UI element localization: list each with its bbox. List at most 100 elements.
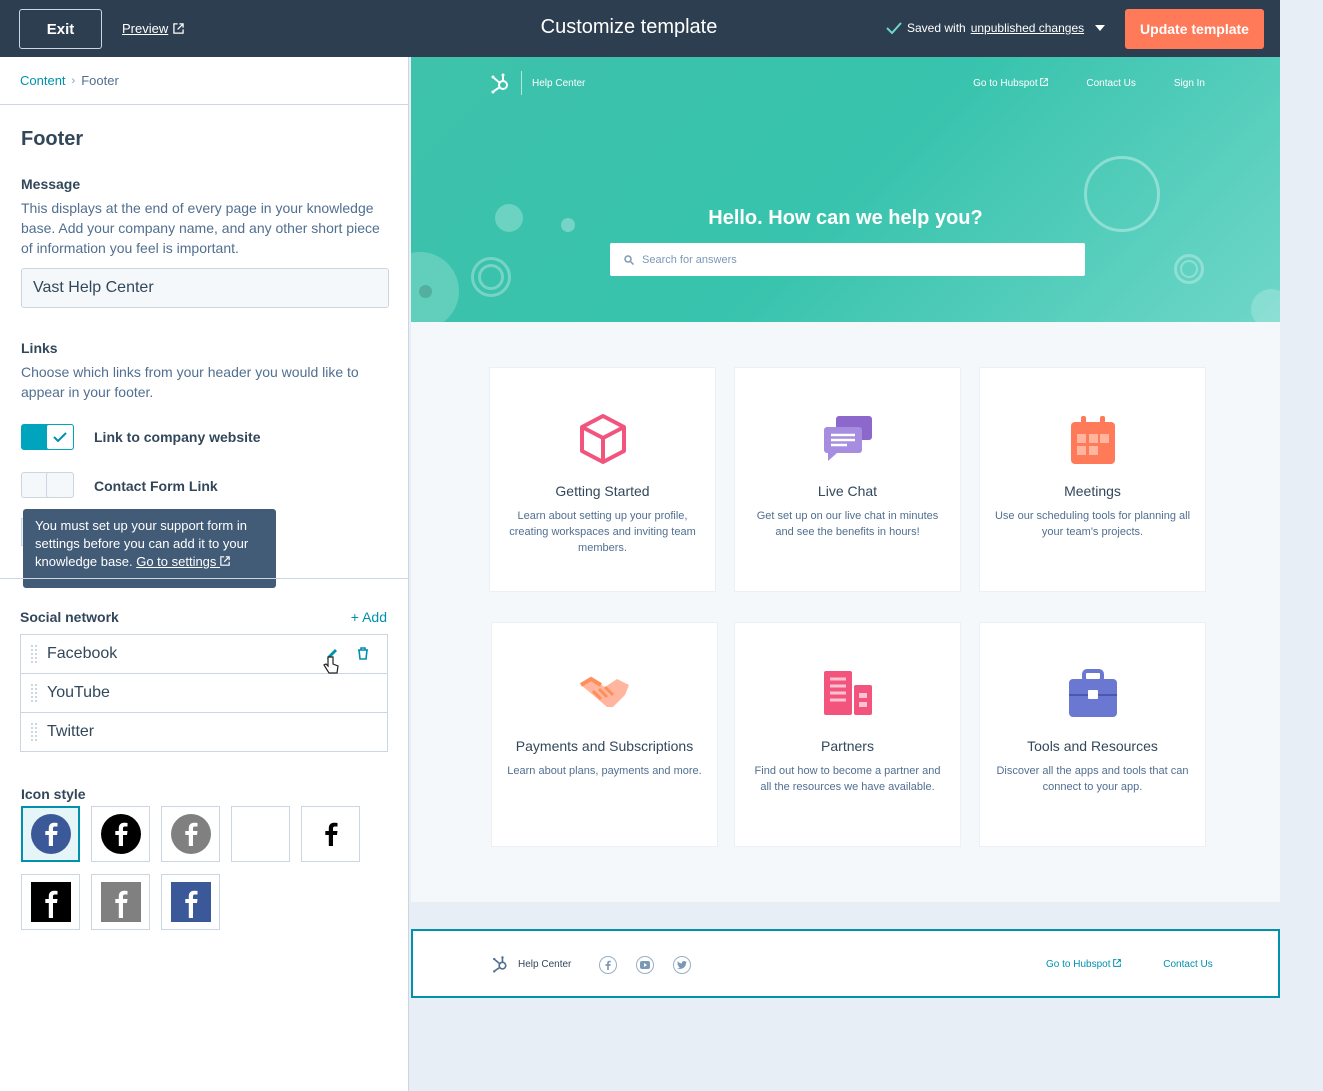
facebook-icon: [324, 822, 337, 846]
panel-title: Footer: [21, 128, 84, 150]
buildings-icon: [823, 671, 872, 715]
breadcrumb-current: Footer: [81, 73, 119, 88]
message-input[interactable]: Vast Help Center: [21, 268, 389, 308]
toggle-knob: [46, 472, 74, 498]
search-icon: [624, 254, 634, 265]
card-title: Partners: [821, 738, 874, 754]
hero-title: Hello. How can we help you?: [708, 207, 983, 229]
card-title: Live Chat: [817, 483, 878, 499]
card-title: Payments and Subscriptions: [515, 738, 694, 754]
facebook-icon: [170, 882, 211, 922]
preview-nav-link-label: Go to Hubspot: [973, 77, 1038, 89]
category-card[interactable]: Live Chat Get set up on our live chat in…: [734, 367, 961, 592]
breadcrumb: Content › Footer: [0, 57, 408, 105]
decorative-ring: [1180, 260, 1198, 278]
check-icon: [886, 22, 902, 34]
card-description: Learn about plans, payments and more.: [507, 765, 702, 777]
settings-panel: Content › Footer Footer Message This dis…: [0, 57, 409, 1091]
calendar-icon: [1070, 416, 1115, 464]
trash-icon[interactable]: [357, 647, 369, 660]
drag-handle-icon[interactable]: [21, 684, 47, 702]
icon-style-circle-gray[interactable]: [161, 806, 220, 862]
contact-form-toggle-label: Contact Form Link: [94, 478, 218, 494]
saved-status[interactable]: Saved with unpublished changes: [886, 21, 1106, 35]
handshake-icon: [579, 676, 629, 707]
category-card[interactable]: Tools and Resources Discover all the app…: [979, 622, 1206, 847]
social-network-list: Facebook YouTube Twitter: [20, 634, 388, 752]
decorative-circle: [1251, 289, 1280, 322]
caret-down-icon[interactable]: [1095, 25, 1106, 31]
card-description: Learn about setting up your profile, cre…: [509, 510, 696, 554]
hero-banner: Help Center Go to Hubspot Contact Us Sig…: [411, 57, 1280, 322]
external-link-icon: [1040, 77, 1049, 86]
update-template-button[interactable]: Update template: [1125, 9, 1264, 49]
links-description: Choose which links from your header you …: [21, 364, 359, 400]
icon-style-square-black[interactable]: [21, 874, 80, 930]
unpublished-changes-link[interactable]: unpublished changes: [971, 21, 1084, 35]
drag-handle-icon[interactable]: [21, 723, 47, 741]
footer-brand: Help Center: [518, 958, 572, 970]
social-name: Facebook: [47, 645, 118, 662]
social-row-twitter[interactable]: Twitter: [21, 713, 387, 751]
decorative-circle: [411, 252, 459, 322]
saved-prefix: Saved with: [907, 21, 966, 35]
company-website-toggle[interactable]: [21, 424, 74, 450]
icon-style-square-brand[interactable]: [161, 874, 220, 930]
card-title: Getting Started: [555, 483, 650, 499]
category-card[interactable]: Meetings Use our scheduling tools for pl…: [979, 367, 1206, 592]
footer-facebook-icon[interactable]: [599, 956, 617, 974]
footer-youtube-icon[interactable]: [636, 956, 654, 974]
icon-style-transparent[interactable]: [231, 806, 290, 862]
links-label: Links: [21, 340, 58, 356]
preview-search-input[interactable]: Search for answers: [610, 243, 1085, 276]
social-row-facebook[interactable]: Facebook: [21, 635, 387, 674]
sprocket-logo-icon: [493, 956, 507, 973]
go-to-settings-link[interactable]: Go to settings: [136, 554, 230, 569]
contact-form-toggle[interactable]: [21, 472, 74, 498]
message-description: This displays at the end of every page i…: [21, 200, 380, 256]
footer-twitter-icon[interactable]: [673, 956, 691, 974]
card-description: Get set up on our live chat in minutes a…: [756, 510, 939, 538]
category-card[interactable]: Getting Started Learn about setting up y…: [489, 367, 716, 592]
preview-footer[interactable]: Help Center Go to Hubspot Contact Us: [411, 929, 1280, 998]
card-description: Use our scheduling tools for planning al…: [994, 510, 1191, 538]
footer-link-label: Go to Hubspot: [1046, 959, 1111, 970]
facebook-icon: [30, 882, 71, 922]
sprocket-logo-icon: [491, 73, 508, 94]
social-network-label: Social network: [20, 609, 119, 625]
check-icon: [46, 424, 74, 450]
icon-style-plain-black[interactable]: [301, 806, 360, 862]
card-description: Discover all the apps and tools that can…: [996, 765, 1189, 793]
category-card[interactable]: Payments and Subscriptions Learn about p…: [491, 622, 718, 847]
facebook-icon: [254, 822, 267, 846]
social-row-youtube[interactable]: YouTube: [21, 674, 387, 713]
card-description: Find out how to become a partner and all…: [754, 765, 941, 793]
icon-style-label: Icon style: [21, 786, 86, 802]
icon-style-square-gray[interactable]: [91, 874, 150, 930]
card-title: Meetings: [1064, 483, 1121, 499]
top-bar: Exit Preview Customize template Saved wi…: [0, 0, 1280, 57]
footer-hubspot-link[interactable]: Go to Hubspot: [1046, 959, 1122, 970]
section-divider: [0, 578, 409, 579]
card-title: Tools and Resources: [1027, 738, 1158, 754]
facebook-icon: [100, 814, 141, 854]
support-form-tooltip: You must set up your support form in set…: [23, 509, 276, 588]
external-link-icon: [1113, 959, 1122, 967]
preview-brand: Help Center: [532, 77, 586, 89]
social-name: YouTube: [47, 684, 110, 701]
go-to-settings-label: Go to settings: [136, 554, 217, 569]
preview-nav-signin-link[interactable]: Sign In: [1174, 78, 1205, 89]
drag-handle-icon[interactable]: [21, 645, 47, 663]
add-social-button[interactable]: + Add: [351, 609, 387, 625]
hand-cursor-icon: [323, 656, 339, 674]
preview-nav: Help Center Go to Hubspot Contact Us Sig…: [489, 71, 1205, 95]
category-card[interactable]: Partners Find out how to become a partne…: [734, 622, 961, 847]
icon-style-circle-black[interactable]: [91, 806, 150, 862]
preview-nav-contact-link[interactable]: Contact Us: [1086, 78, 1135, 89]
search-placeholder: Search for answers: [642, 253, 737, 266]
footer-contact-link[interactable]: Contact Us: [1163, 959, 1212, 970]
breadcrumb-content-link[interactable]: Content: [20, 73, 66, 88]
icon-style-circle-brand[interactable]: [21, 806, 80, 862]
facebook-icon: [170, 814, 211, 854]
preview-nav-hubspot-link[interactable]: Go to Hubspot: [973, 77, 1049, 89]
